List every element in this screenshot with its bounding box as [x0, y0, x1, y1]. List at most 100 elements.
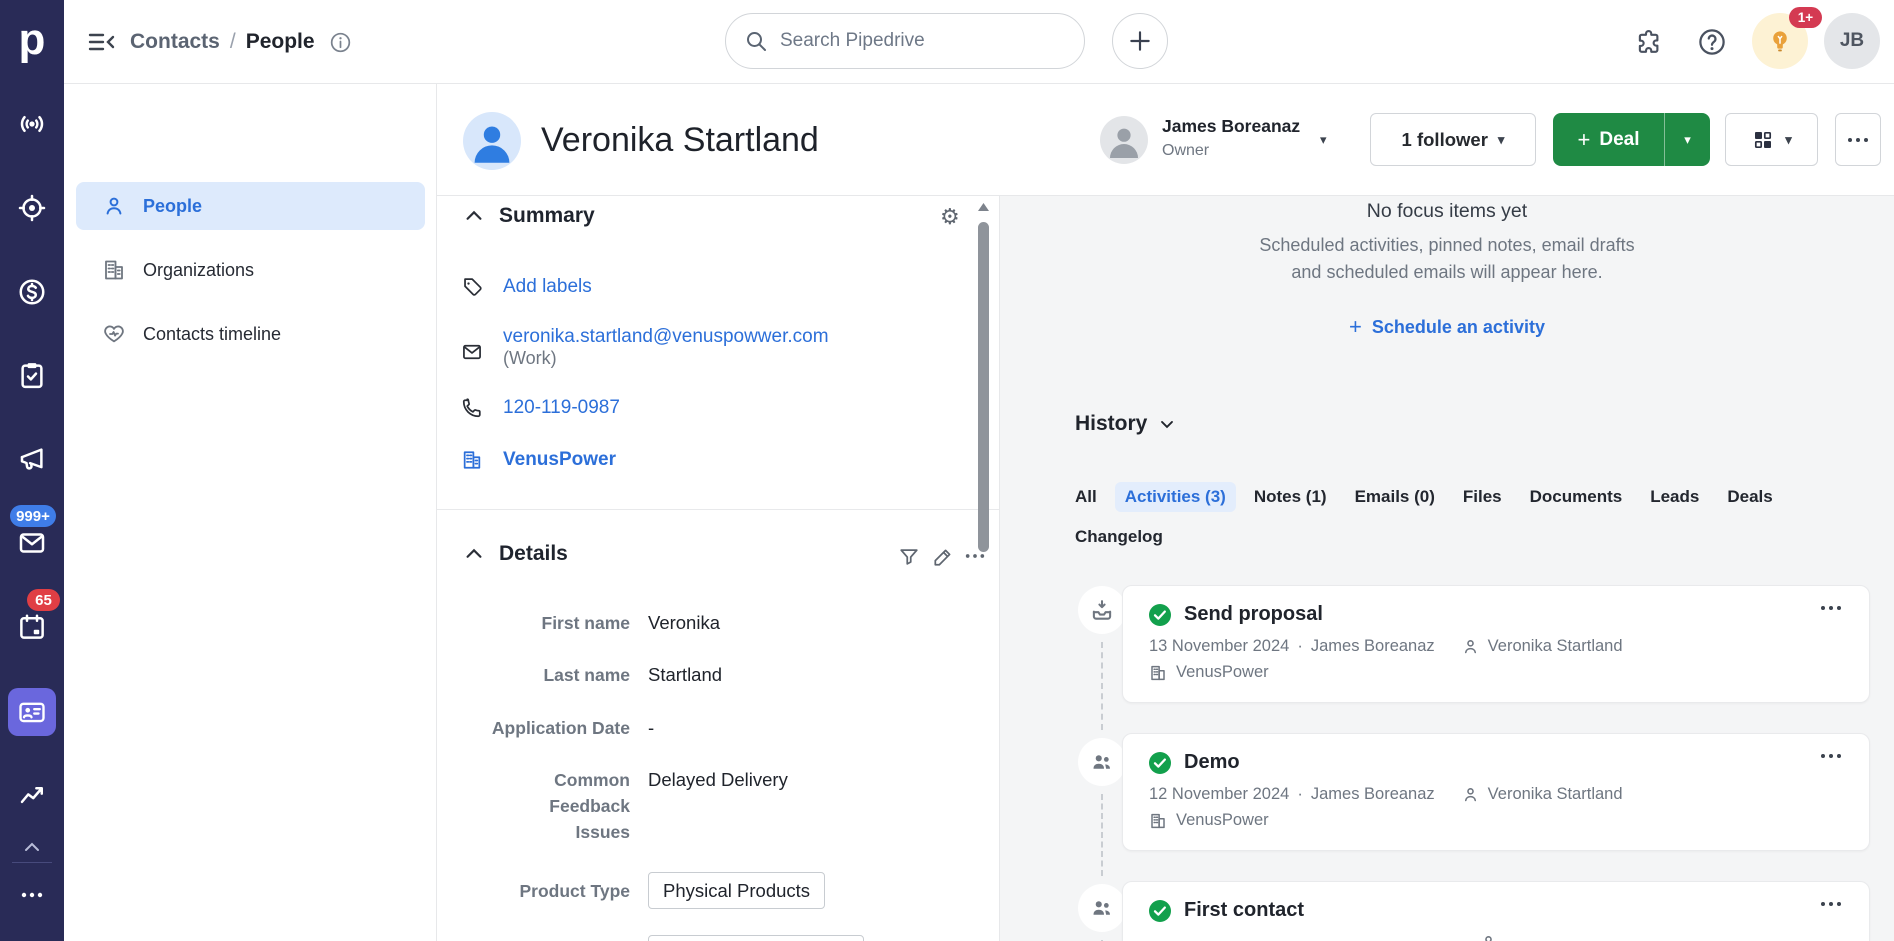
schedule-activity-label: Schedule an activity	[1372, 317, 1545, 338]
field-label: Product Type	[437, 872, 630, 904]
email-link[interactable]: veronika.startland@venuspowwer.com	[503, 326, 829, 347]
contacts-nav-item-active[interactable]	[8, 688, 56, 736]
card-more-icon[interactable]	[1819, 752, 1845, 772]
search-input[interactable]	[780, 30, 1066, 52]
scrollbar-up-arrow[interactable]	[977, 202, 990, 212]
rail-scroll-up-chevron[interactable]	[22, 840, 42, 854]
insights-chart-icon[interactable]	[17, 780, 47, 810]
followers-button[interactable]: 1 follower ▾	[1370, 113, 1536, 166]
meta-separator: ·	[1297, 637, 1303, 656]
tab-files[interactable]: Files	[1453, 482, 1512, 512]
activities-clipboard-icon[interactable]	[17, 360, 47, 390]
tab-notes[interactable]: Notes (1)	[1244, 482, 1337, 512]
owner-name[interactable]: James Boreanaz	[1162, 116, 1300, 137]
add-deal-button[interactable]: + Deal	[1553, 113, 1664, 166]
top-bar: Contacts / People	[0, 0, 1894, 84]
quick-add-button[interactable]	[1112, 13, 1168, 69]
activity-card-first-contact[interactable]: First contact	[1122, 881, 1870, 941]
activity-person[interactable]: Veronika Startland	[1488, 637, 1623, 656]
layout-toggle-button[interactable]: ▾	[1725, 113, 1818, 166]
tab-deals[interactable]: Deals	[1717, 482, 1782, 512]
email-type-label: (Work)	[503, 348, 557, 368]
owner-avatar[interactable]	[1100, 116, 1148, 164]
activity-person[interactable]: Veronika Startland	[1488, 785, 1623, 804]
collapse-sidebar-icon[interactable]	[86, 27, 118, 57]
person-icon	[1461, 637, 1480, 656]
edit-pencil-icon[interactable]	[932, 546, 954, 568]
owner-role-label: Owner	[1162, 142, 1209, 160]
field-value[interactable]: Startland	[648, 662, 722, 688]
activity-title: Demo	[1184, 751, 1240, 774]
mail-icon[interactable]	[17, 528, 47, 558]
field-value[interactable]: Delayed Delivery	[648, 767, 788, 793]
tab-activities[interactable]: Activities (3)	[1115, 482, 1236, 512]
person-icon	[102, 194, 126, 218]
add-labels-link[interactable]: Add labels	[503, 276, 592, 298]
field-value-chip[interactable]: Small Business Owner	[648, 935, 864, 941]
email-icon	[461, 341, 483, 363]
pipedrive-logo[interactable]: p	[0, 8, 64, 72]
user-avatar[interactable]: JB	[1824, 13, 1880, 69]
phone-icon	[461, 397, 483, 419]
calendar-count-badge: 65	[27, 589, 60, 611]
activity-owner[interactable]: James Boreanaz	[1311, 637, 1435, 656]
owner-dropdown-caret[interactable]: ▾	[1320, 132, 1327, 148]
field-label: First name	[437, 610, 630, 636]
organization-icon	[461, 449, 483, 471]
detail-row-product-type: Product Type Physical Products	[437, 872, 977, 910]
marketplace-puzzle-icon[interactable]	[1633, 27, 1663, 57]
tab-changelog[interactable]: Changelog	[1065, 522, 1173, 552]
more-options-button[interactable]	[1835, 113, 1881, 166]
activity-organization[interactable]: VenusPower	[1176, 663, 1269, 682]
sidebar-item-label: Contacts timeline	[143, 324, 281, 345]
detail-row-first-name: First name Veronika	[437, 610, 977, 636]
followers-label: 1 follower	[1402, 129, 1488, 151]
card-more-icon[interactable]	[1819, 900, 1845, 920]
meta-separator: ·	[1297, 785, 1303, 804]
card-more-icon[interactable]	[1819, 604, 1845, 624]
activity-organization[interactable]: VenusPower	[1176, 811, 1269, 830]
scrollbar-thumb[interactable]	[978, 222, 989, 552]
help-icon[interactable]	[1697, 27, 1727, 57]
forecast-dollar-icon[interactable]	[17, 277, 47, 307]
organization-link[interactable]: VenusPower	[503, 449, 616, 471]
activity-owner[interactable]: James Boreanaz	[1311, 785, 1435, 804]
activity-card-demo[interactable]: Demo 12 November 2024 · James Boreanaz V…	[1122, 733, 1870, 851]
collapse-chevron-icon[interactable]	[463, 205, 485, 227]
calendar-icon[interactable]	[17, 612, 47, 642]
add-deal-split-button[interactable]: + Deal ▾	[1553, 113, 1710, 166]
plus-icon	[1127, 28, 1153, 54]
leads-broadcast-icon[interactable]	[17, 109, 47, 139]
schedule-activity-link[interactable]: + Schedule an activity	[1000, 314, 1894, 340]
collapse-chevron-icon[interactable]	[463, 543, 485, 565]
campaigns-megaphone-icon[interactable]	[17, 444, 47, 474]
tag-icon	[461, 276, 483, 298]
sidebar-item-contacts-timeline[interactable]: Contacts timeline	[76, 310, 425, 358]
sidebar-item-people[interactable]: People	[76, 182, 425, 230]
focus-empty-title: No focus items yet	[1000, 200, 1894, 223]
deals-target-icon[interactable]	[17, 193, 47, 223]
info-icon[interactable]	[329, 31, 352, 54]
timeline-node-people-icon	[1078, 884, 1126, 932]
field-value[interactable]: -	[648, 715, 654, 741]
phone-link[interactable]: 120-119-0987	[503, 397, 620, 419]
summary-section-header: Summary	[463, 204, 595, 228]
tab-emails[interactable]: Emails (0)	[1345, 482, 1445, 512]
field-value-chip[interactable]: Physical Products	[648, 872, 825, 910]
timeline-node-outbox-icon	[1078, 586, 1126, 634]
activity-card-send-proposal[interactable]: Send proposal 13 November 2024 · James B…	[1122, 585, 1870, 703]
breadcrumb-contacts[interactable]: Contacts	[130, 30, 220, 54]
tab-leads[interactable]: Leads	[1640, 482, 1709, 512]
details-more-icon[interactable]	[964, 552, 986, 574]
chevron-down-icon	[1157, 414, 1177, 434]
tab-all[interactable]: All	[1065, 482, 1107, 512]
person-avatar[interactable]	[463, 112, 521, 170]
rail-more-icon[interactable]	[17, 886, 47, 904]
tab-documents[interactable]: Documents	[1520, 482, 1633, 512]
sidebar-item-organizations[interactable]: Organizations	[76, 246, 425, 294]
history-section-header[interactable]: History	[1075, 412, 1177, 436]
field-value[interactable]: Veronika	[648, 610, 720, 636]
deal-dropdown-arrow[interactable]: ▾	[1664, 113, 1710, 166]
summary-settings-gear-icon[interactable]: ⚙	[940, 204, 962, 226]
filter-icon[interactable]	[898, 546, 920, 568]
